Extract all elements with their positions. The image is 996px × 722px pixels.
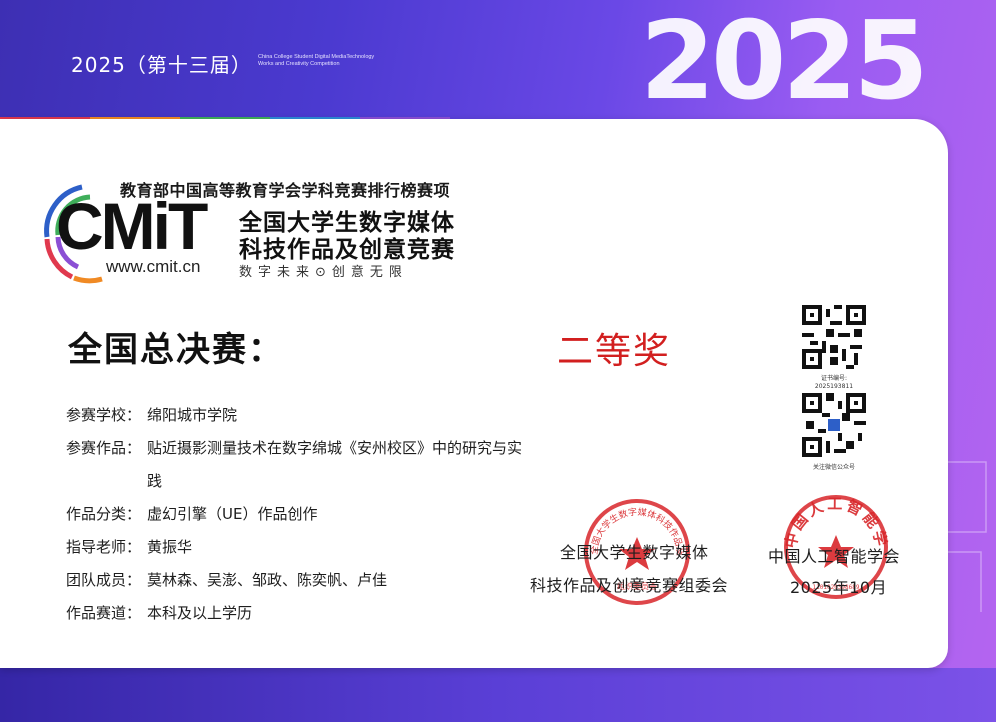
logo-wordmark: CMiT <box>56 189 208 263</box>
final-title: 全国总决赛： <box>68 330 284 370</box>
edition-title: 2025（第十三届） <box>71 53 252 77</box>
logo-name-line2: 科技作品及创意竞赛 <box>239 237 455 263</box>
logo-slogan: 数字未来⊙创意无限 <box>239 265 408 280</box>
field-category: 作品分类： 虚幻引擎（UE）作品创作 <box>66 505 318 523</box>
certificate-card: 教育部中国高等教育学会学科竞赛排行榜赛项 CMiT 全国大学生数字媒体 科技作品… <box>0 119 948 668</box>
organizer-1-line2: 科技作品及创意竞赛组委会 <box>530 576 729 595</box>
wechat-label: 关注微信公众号 <box>812 464 855 471</box>
organizer-2-name: 中国人工智能学会 <box>768 547 901 566</box>
logo-url: www.cmit.cn <box>106 257 201 276</box>
header-banner: 2025（第十三届） China College Student Digital… <box>0 0 996 125</box>
big-year-graphic: 2025 <box>640 0 929 124</box>
cert-number-label: 证书编号: 2025193811 <box>814 375 854 390</box>
award-level: 二等奖 <box>557 331 672 372</box>
field-team: 团队成员： 莫林森、吴澎、邹政、陈奕帆、卢佳 <box>66 571 388 589</box>
wechat-qr-code[interactable] <box>802 393 866 457</box>
field-school: 参赛学校： 绵阳城市学院 <box>66 406 238 424</box>
field-work: 参赛作品： 贴近摄影测量技术在数字绵城《安州校区》中的研究与实践 <box>66 439 523 490</box>
field-advisor: 指导老师： 黄振华 <box>66 538 193 556</box>
organizer-1-line1: 全国大学生数字媒体 <box>560 543 709 562</box>
field-track: 作品赛道： 本科及以上学历 <box>66 604 253 622</box>
bottom-band <box>0 668 996 722</box>
english-subtitle: China College Student Digital MediaTechn… <box>258 54 375 67</box>
issue-date: 2025年10月 <box>790 578 888 597</box>
cmit-logo: 教育部中国高等教育学会学科竞赛排行榜赛项 CMiT 全国大学生数字媒体 科技作品… <box>42 177 472 287</box>
certificate-fields: 参赛学校： 绵阳城市学院 参赛作品： 贴近摄影测量技术在数字绵城《安州校区》中的… <box>66 399 526 630</box>
certificate-qr-code[interactable] <box>802 305 866 369</box>
